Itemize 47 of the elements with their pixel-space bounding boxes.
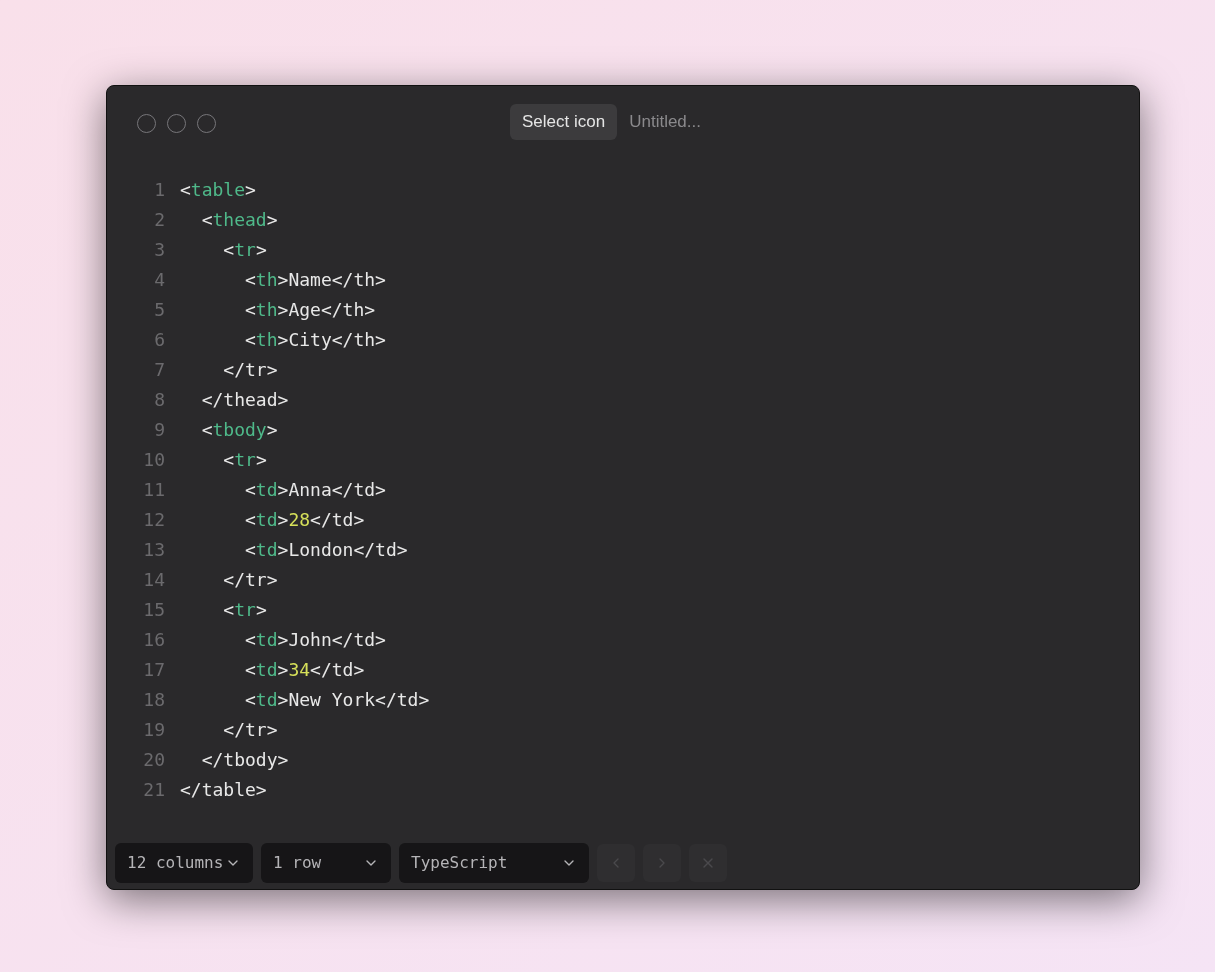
- line-number: 10: [143, 448, 165, 472]
- line-number: 13: [143, 538, 165, 562]
- code-line: <th>Age</th>: [244, 298, 376, 322]
- code-line: </tr>: [222, 358, 278, 382]
- code-line: </table>: [180, 778, 267, 802]
- code-line: <thead>: [200, 208, 278, 232]
- line-number: 18: [143, 688, 165, 712]
- code-line: <tr>: [222, 238, 267, 262]
- line-number: 20: [143, 748, 165, 772]
- line-number: 15: [143, 598, 165, 622]
- code-line: <th>Name</th>: [244, 268, 386, 292]
- line-number: 4: [154, 268, 165, 292]
- code-line: <td>New York</td>: [244, 688, 430, 712]
- line-number: 11: [143, 478, 165, 502]
- line-number: 12: [143, 508, 165, 532]
- window-title[interactable]: Untitled...: [629, 109, 701, 135]
- code-line: </tr>: [222, 568, 278, 592]
- code-line: <td>London</td>: [244, 538, 408, 562]
- line-number: 17: [143, 658, 165, 682]
- code-line: <table>: [180, 178, 256, 202]
- code-line: <td>John</td>: [244, 628, 386, 652]
- code-line: <th>City</th>: [244, 328, 386, 352]
- dropdown-select[interactable]: TypeScript: [399, 843, 589, 883]
- code-line: <tbody>: [200, 418, 278, 442]
- line-number: 2: [154, 208, 165, 232]
- code-line: <tr>: [222, 448, 267, 472]
- line-number: 8: [154, 388, 165, 412]
- line-number: 3: [154, 238, 165, 262]
- code-line: </thead>: [200, 388, 289, 412]
- line-number: 19: [143, 718, 165, 742]
- code-line: </tr>: [222, 718, 278, 742]
- line-number: 6: [154, 328, 165, 352]
- code-line: </tbody>: [200, 748, 289, 772]
- dropdown-select[interactable]: 1 row: [261, 843, 391, 883]
- code-line: <td>28</td>: [244, 508, 365, 532]
- code-line: <tr>: [222, 598, 267, 622]
- select-icon-button[interactable]: Select icon: [510, 104, 618, 140]
- line-number: 7: [154, 358, 165, 382]
- code-line: <td>34</td>: [244, 658, 365, 682]
- line-number: 16: [143, 628, 165, 652]
- line-number: 9: [154, 418, 165, 442]
- code-line: <td>Anna</td>: [244, 478, 386, 502]
- line-number: 1: [154, 178, 165, 202]
- line-number: 5: [154, 298, 165, 322]
- dropdown-select[interactable]: 12 columns: [115, 843, 253, 883]
- line-number: 14: [143, 568, 165, 592]
- line-number: 21: [143, 778, 165, 802]
